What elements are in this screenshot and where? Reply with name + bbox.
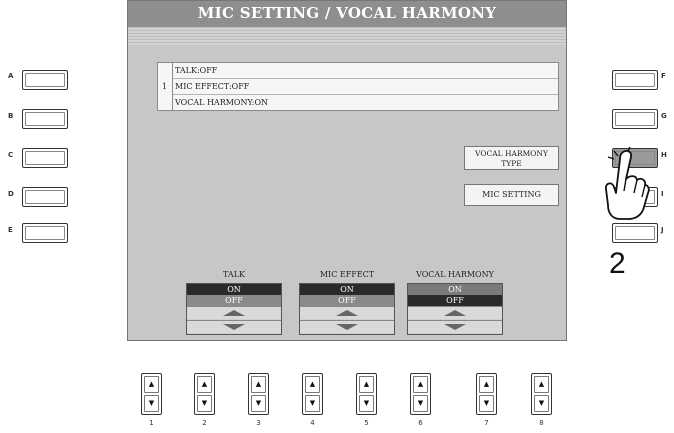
triangle-down-icon (336, 324, 358, 330)
bottom-button-2-up[interactable]: ▲ (197, 376, 212, 393)
bottom-button-6[interactable]: ▲ ▼ (410, 373, 431, 415)
talk-up-arrow[interactable] (187, 306, 281, 319)
step-number: 2 (609, 247, 626, 280)
bottom-button-6-down[interactable]: ▼ (413, 395, 428, 412)
bottom-button-5-down[interactable]: ▼ (359, 395, 374, 412)
vocal-harmony-off-option[interactable]: OFF (408, 295, 502, 306)
page-title: MIC SETTING / VOCAL HARMONY (197, 4, 497, 22)
bottom-button-1-up[interactable]: ▲ (144, 376, 159, 393)
bottom-button-5-up[interactable]: ▲ (359, 376, 374, 393)
bottom-button-4-down[interactable]: ▼ (305, 395, 320, 412)
vocal-harmony-down-arrow[interactable] (408, 320, 502, 333)
title-bar: MIC SETTING / VOCAL HARMONY (128, 1, 566, 27)
bottom-button-7-up[interactable]: ▲ (479, 376, 494, 393)
bottom-number-7: 7 (484, 419, 489, 427)
bottom-number-8: 8 (539, 419, 544, 427)
bottom-button-8-down[interactable]: ▼ (534, 395, 549, 412)
bottom-button-3-up[interactable]: ▲ (251, 376, 266, 393)
side-letter-c: C (8, 151, 14, 159)
mic-effect-up-arrow[interactable] (300, 306, 394, 319)
triangle-up-icon (444, 310, 466, 316)
side-letter-e: E (8, 226, 13, 234)
button-d[interactable] (22, 187, 68, 207)
list-index: 1 (158, 63, 173, 110)
vocal-harmony-control[interactable]: ON OFF (407, 283, 503, 335)
lcd-screen: MIC SETTING / VOCAL HARMONY 1 TALK:OFF M… (127, 0, 567, 341)
triangle-down-icon (223, 324, 245, 330)
bottom-number-6: 6 (418, 419, 423, 427)
bottom-number-1: 1 (149, 419, 154, 427)
list-index-number: 1 (162, 82, 168, 91)
pointing-hand-icon (600, 145, 650, 223)
button-c[interactable] (22, 148, 68, 168)
button-f[interactable] (612, 70, 658, 90)
side-letter-d: D (8, 190, 14, 198)
triangle-down-icon (444, 324, 466, 330)
mic-effect-on-option[interactable]: ON (300, 284, 394, 295)
mic-setting-label: MIC SETTING (482, 190, 541, 199)
side-letter-a: A (8, 72, 14, 80)
mic-setting-button[interactable]: MIC SETTING (464, 184, 559, 206)
mic-effect-off-option[interactable]: OFF (300, 295, 394, 306)
triangle-up-icon (223, 310, 245, 316)
bottom-button-6-up[interactable]: ▲ (413, 376, 428, 393)
bottom-button-3-down[interactable]: ▼ (251, 395, 266, 412)
talk-on-option[interactable]: ON (187, 284, 281, 295)
bottom-number-5: 5 (364, 419, 369, 427)
bottom-button-8-up[interactable]: ▲ (534, 376, 549, 393)
mic-effect-control[interactable]: ON OFF (299, 283, 395, 335)
button-e[interactable] (22, 223, 68, 243)
side-letter-j: J (661, 226, 664, 234)
side-letter-h: H (661, 151, 667, 159)
settings-list: 1 TALK:OFF MIC EFFECT:OFF VOCAL HARMONY:… (157, 62, 559, 111)
bottom-button-8[interactable]: ▲ ▼ (531, 373, 552, 415)
bottom-button-1[interactable]: ▲ ▼ (141, 373, 162, 415)
vocal-harmony-up-arrow[interactable] (408, 306, 502, 319)
mic-effect-down-arrow[interactable] (300, 320, 394, 333)
list-item-vocal-harmony[interactable]: VOCAL HARMONY:ON (173, 95, 558, 110)
talk-control[interactable]: ON OFF (186, 283, 282, 335)
vocal-harmony-type-label-2: TYPE (501, 159, 522, 168)
bottom-button-2-down[interactable]: ▼ (197, 395, 212, 412)
bottom-button-5[interactable]: ▲ ▼ (356, 373, 377, 415)
vocal-harmony-on-option[interactable]: ON (408, 284, 502, 295)
talk-down-arrow[interactable] (187, 320, 281, 333)
bottom-button-7-down[interactable]: ▼ (479, 395, 494, 412)
header-stripe (128, 27, 566, 45)
vocal-harmony-type-label-1: VOCAL HARMONY (475, 149, 548, 158)
bottom-number-4: 4 (310, 419, 315, 427)
bottom-button-4-up[interactable]: ▲ (305, 376, 320, 393)
side-letter-f: F (661, 72, 666, 80)
bottom-number-2: 2 (202, 419, 207, 427)
bottom-button-7[interactable]: ▲ ▼ (476, 373, 497, 415)
list-item-talk[interactable]: TALK:OFF (173, 63, 558, 79)
side-letter-g: G (661, 112, 667, 120)
button-g[interactable] (612, 109, 658, 129)
side-letter-b: B (8, 112, 14, 120)
button-j[interactable] (612, 223, 658, 243)
bottom-button-3[interactable]: ▲ ▼ (248, 373, 269, 415)
control-label-mic-effect: MIC EFFECT (319, 270, 375, 279)
button-a[interactable] (22, 70, 68, 90)
list-item-mic-effect[interactable]: MIC EFFECT:OFF (173, 79, 558, 95)
triangle-up-icon (336, 310, 358, 316)
control-label-vocal-harmony: VOCAL HARMONY (416, 270, 494, 279)
talk-off-option[interactable]: OFF (187, 295, 281, 306)
button-b[interactable] (22, 109, 68, 129)
control-label-talk: TALK (223, 270, 245, 279)
vocal-harmony-type-button[interactable]: VOCAL HARMONY TYPE (464, 146, 559, 170)
side-letter-i: I (661, 190, 664, 198)
bottom-button-1-down[interactable]: ▼ (144, 395, 159, 412)
bottom-button-2[interactable]: ▲ ▼ (194, 373, 215, 415)
bottom-button-4[interactable]: ▲ ▼ (302, 373, 323, 415)
bottom-number-3: 3 (256, 419, 261, 427)
